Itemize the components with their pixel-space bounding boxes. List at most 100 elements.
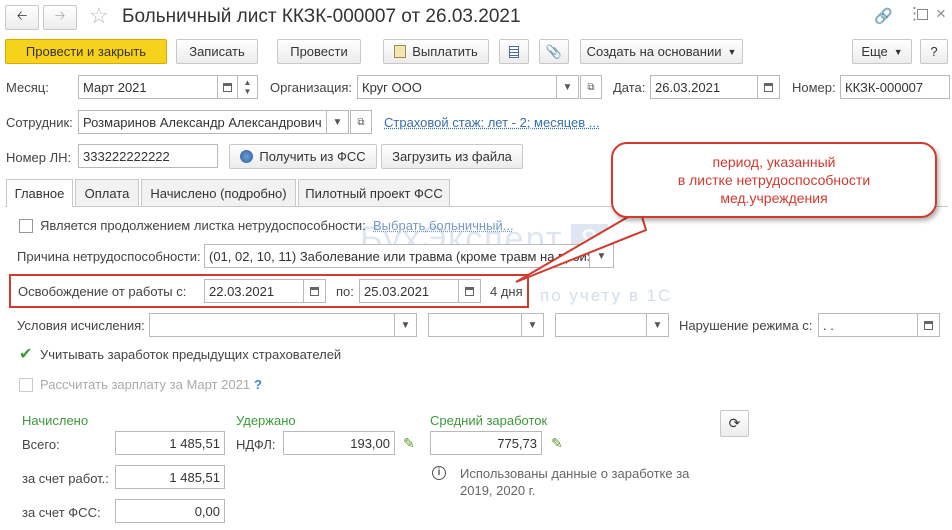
- ln-number-field[interactable]: 333222222222: [78, 144, 218, 168]
- release-from-field[interactable]: 22.03.2021: [204, 279, 304, 303]
- attach-button[interactable]: 📎: [539, 39, 569, 64]
- conditions-field-2[interactable]: [428, 313, 522, 337]
- calendar-icon: [764, 82, 773, 92]
- month-field[interactable]: Март 2021: [78, 75, 218, 99]
- create-based-button[interactable]: Создать на основании ▼: [580, 39, 743, 64]
- release-from-calendar[interactable]: [304, 279, 326, 303]
- avg-edit-pencil-icon[interactable]: ✎: [551, 435, 567, 451]
- number-label: Номер:: [792, 80, 836, 95]
- insurance-experience-link[interactable]: Страховой стаж: лет - 2; месяцев ...: [384, 115, 600, 130]
- tab-accrued-detailed[interactable]: Начислено (подробно): [141, 179, 296, 206]
- get-from-fss-button[interactable]: Получить из ФСС: [229, 144, 377, 169]
- help-button[interactable]: ?: [920, 39, 948, 64]
- ndfl-edit-pencil-icon[interactable]: ✎: [403, 435, 419, 451]
- post-button[interactable]: Провести: [277, 39, 361, 64]
- fss-icon: [240, 150, 254, 163]
- chevron-down-icon: ▼: [893, 46, 903, 57]
- ln-number-label: Номер ЛН:: [6, 150, 72, 165]
- release-to-calendar[interactable]: [459, 279, 481, 303]
- calc-salary-help[interactable]: ?: [254, 377, 262, 392]
- conditions-dropdown-1[interactable]: ▼: [395, 313, 417, 337]
- conditions-field-1[interactable]: [149, 313, 395, 337]
- month-calendar-button[interactable]: [218, 75, 238, 99]
- stepper-up-icon[interactable]: ▲: [244, 78, 252, 87]
- release-from-label: Освобождение от работы с:: [18, 284, 187, 299]
- reason-label: Причина нетрудоспособности:: [17, 249, 201, 264]
- forward-button[interactable]: 🡢: [43, 5, 77, 30]
- chevron-down-icon: ▼: [332, 116, 343, 128]
- more-label: Еще: [861, 44, 888, 59]
- pay-button[interactable]: Выплатить: [383, 39, 489, 64]
- calendar-icon: [924, 320, 933, 330]
- fss-field[interactable]: 0,00: [115, 499, 225, 523]
- close-icon[interactable]: ×: [936, 4, 946, 24]
- accrued-header: Начислено: [22, 413, 89, 428]
- back-button[interactable]: 🡠: [5, 5, 39, 30]
- fss-label: за счет ФСС:: [22, 505, 101, 520]
- date-calendar-button[interactable]: [758, 75, 780, 99]
- date-field[interactable]: 26.03.2021: [650, 75, 758, 99]
- violation-label: Нарушение режима с:: [679, 318, 813, 333]
- maximize-icon[interactable]: [917, 9, 928, 20]
- ndfl-field[interactable]: 193,00: [283, 431, 395, 455]
- callout-line-3: мед.учреждения: [720, 190, 828, 206]
- organization-open-button[interactable]: ⧉: [580, 75, 602, 99]
- conditions-field-3[interactable]: [555, 313, 647, 337]
- release-to-field[interactable]: 25.03.2021: [359, 279, 459, 303]
- organization-field[interactable]: Круг ООО: [357, 75, 557, 99]
- conditions-dropdown-2[interactable]: ▼: [522, 313, 544, 337]
- conditions-label: Условия исчисления:: [17, 318, 145, 333]
- arrow-left-icon: 🡠: [16, 7, 28, 23]
- tab-main[interactable]: Главное: [6, 179, 73, 207]
- tab-payment[interactable]: Оплата: [75, 179, 139, 206]
- calendar-icon: [465, 286, 474, 296]
- pay-label: Выплатить: [412, 44, 478, 59]
- info-text-line-1: Использованы данные о заработке за: [460, 466, 690, 481]
- info-text-line-2: 2019, 2020 г.: [460, 483, 536, 498]
- favorite-star-icon[interactable]: ☆: [89, 3, 109, 29]
- refresh-button[interactable]: ⟳: [720, 410, 749, 437]
- date-label: Дата:: [613, 80, 646, 95]
- number-field[interactable]: ККЗК-000007: [840, 75, 950, 99]
- continuation-label: Является продолжением листка нетрудоспос…: [40, 218, 366, 233]
- employee-open-button[interactable]: ⧉: [350, 110, 372, 134]
- more-button[interactable]: Еще ▼: [852, 39, 912, 64]
- calendar-icon: [310, 286, 319, 296]
- choose-sick-leave-link[interactable]: Выбрать больничный...: [373, 218, 514, 233]
- list-report-button[interactable]: [499, 39, 529, 64]
- employee-label: Сотрудник:: [6, 115, 73, 130]
- arrow-right-icon: 🡢: [54, 7, 66, 23]
- callout-line-2: в листке нетрудоспособности: [677, 172, 871, 188]
- calendar-icon: [223, 82, 232, 92]
- tab-fss-pilot[interactable]: Пилотный проект ФСС: [298, 179, 450, 206]
- violation-date-field[interactable]: . .: [818, 313, 918, 337]
- refresh-icon: ⟳: [728, 415, 741, 431]
- conditions-dropdown-3[interactable]: ▼: [647, 313, 669, 337]
- continuation-checkbox[interactable]: [19, 219, 33, 233]
- save-button[interactable]: Записать: [176, 39, 258, 64]
- open-icon: ⧉: [587, 81, 595, 93]
- load-from-file-button[interactable]: Загрузить из файла: [381, 144, 523, 169]
- employer-field[interactable]: 1 485,51: [115, 465, 225, 489]
- violation-calendar[interactable]: [918, 313, 940, 337]
- calc-salary-label: Рассчитать зарплату за Март 2021: [40, 377, 251, 392]
- post-and-close-button[interactable]: Провести и закрыть: [5, 39, 167, 64]
- get-from-fss-label: Получить из ФСС: [259, 149, 366, 164]
- organization-dropdown[interactable]: ▼: [557, 75, 579, 99]
- callout-bubble: период, указанный в листке нетрудоспособ…: [611, 142, 937, 218]
- callout-tail: [515, 208, 648, 283]
- chevron-down-icon: ▼: [727, 46, 737, 57]
- prev-insurers-checkbox[interactable]: ✔: [19, 347, 33, 363]
- ndfl-label: НДФЛ:: [236, 437, 276, 452]
- avg-earnings-field[interactable]: 775,73: [430, 431, 542, 455]
- month-stepper[interactable]: ▲ ▼: [238, 75, 258, 99]
- withheld-header: Удержано: [236, 413, 296, 428]
- list-icon: [509, 45, 519, 58]
- chevron-down-icon: ▼: [562, 81, 573, 93]
- total-field[interactable]: 1 485,51: [115, 431, 225, 455]
- link-icon[interactable]: 🔗: [874, 7, 893, 25]
- stepper-down-icon[interactable]: ▼: [244, 87, 252, 96]
- employee-dropdown[interactable]: ▼: [327, 110, 349, 134]
- employee-field[interactable]: Розмаринов Александр Александрович: [78, 110, 327, 134]
- page-title: Больничный лист ККЗК-000007 от 26.03.202…: [122, 6, 521, 27]
